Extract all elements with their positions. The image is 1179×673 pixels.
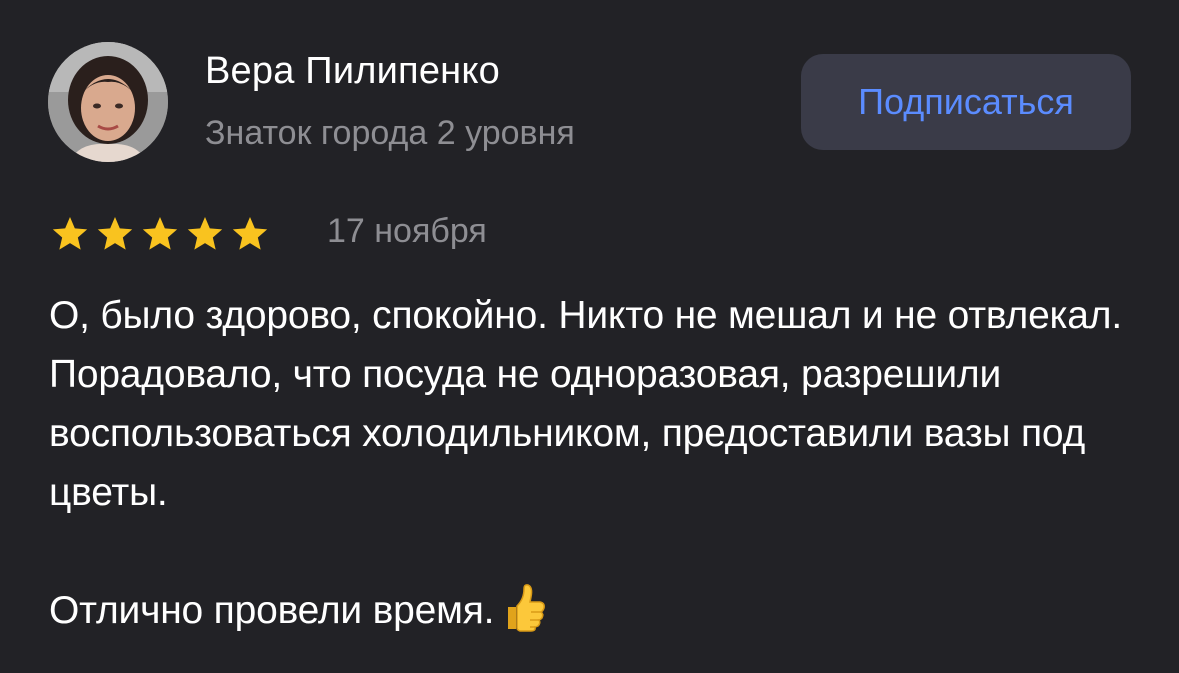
review-text: О, было здорово, спокойно. Никто не меша…: [49, 286, 1149, 650]
star-icon: [232, 217, 268, 250]
author-name[interactable]: Вера Пилипенко: [205, 50, 500, 93]
author-level: Знаток города 2 уровня: [205, 114, 575, 152]
thumbs-up-icon: [500, 583, 546, 650]
review-date: 17 ноября: [327, 212, 487, 250]
review-paragraph-2: Отлично провели время.: [49, 581, 1149, 650]
avatar-photo: [48, 42, 168, 162]
star-icon: [97, 217, 133, 250]
review-card: Вера Пилипенко Знаток города 2 уровня По…: [0, 0, 1179, 673]
star-icon: [142, 217, 178, 250]
star-rating: [50, 212, 275, 256]
author-avatar[interactable]: [48, 42, 168, 162]
star-icon: [187, 217, 223, 250]
review-paragraph-2-text: Отлично провели время.: [49, 589, 495, 632]
subscribe-button[interactable]: Подписаться: [801, 54, 1131, 150]
star-icon: [52, 217, 88, 250]
review-paragraph-1: О, было здорово, спокойно. Никто не меша…: [49, 294, 1122, 514]
